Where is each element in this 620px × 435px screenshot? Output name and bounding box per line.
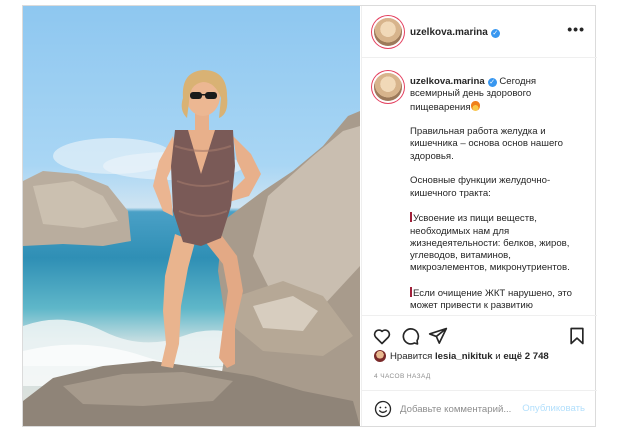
caption-paragraph-2: Правильная работа желудка и кишечника – … [410,126,563,162]
caption-paragraph-5-wrap: Если очищение ЖКТ нарушено, это может пр… [410,287,588,313]
beach-photo-illustration [23,70,360,426]
verified-badge-icon: ✓ [490,29,500,38]
post-photo[interactable] [23,6,360,426]
author-username-text[interactable]: uzelkova.marina [410,27,488,38]
likes-count[interactable]: ещё 2 748 [503,351,548,362]
likes-line: Нравится lesia_nikituk и ещё 2 748 [374,350,549,362]
post-side-panel: uzelkova.marina ✓ ••• uzelkova.marina ✓ Се… [361,6,597,426]
comment-input[interactable] [400,401,530,417]
heart-icon[interactable] [372,326,392,346]
flame-emoji-icon [470,100,480,111]
likes-prefix: Нравится [390,351,433,362]
caption-verified-badge-icon: ✓ [487,78,497,87]
author-username[interactable]: uzelkova.marina ✓ [410,27,500,38]
post-actions [362,315,597,355]
instagram-post: uzelkova.marina ✓ ••• uzelkova.marina ✓ Се… [22,5,597,427]
caption-paragraph-3: Основные функции желудочно-кишечного тра… [410,175,551,199]
caption-paragraph-5: Если очищение ЖКТ нарушено, это может пр… [410,288,572,312]
caption-username[interactable]: uzelkova.marina [410,76,485,87]
bookmark-icon[interactable] [567,326,587,346]
liker-avatar[interactable] [374,350,386,362]
caption-paragraph-4: Усвоение из пищи веществ, необходимых на… [410,213,570,274]
post-caption: uzelkova.marina ✓ Сегодня всемирный день … [410,76,588,315]
red-bar-icon [410,212,412,223]
publish-button[interactable]: Опубликовать [522,403,585,414]
author-avatar[interactable] [374,18,402,46]
smiley-icon[interactable] [374,400,392,418]
caption-area: uzelkova.marina ✓ Сегодня всемирный день … [362,59,597,315]
liker-username[interactable]: lesia_nikituk [435,351,493,362]
caption-paragraph-4-wrap: Усвоение из пищи веществ, необходимых на… [410,212,588,274]
red-bar-icon [410,287,412,298]
caption-author-avatar[interactable] [374,73,402,101]
comment-form: Опубликовать [362,390,597,426]
paper-plane-icon[interactable] [428,326,448,346]
comment-icon[interactable] [400,326,420,346]
likes-and: и [495,351,501,362]
caption-first-line: uzelkova.marina ✓ Сегодня всемирный день … [410,76,588,114]
post-timestamp[interactable]: 4 часов назад [374,373,431,380]
post-header: uzelkova.marina ✓ ••• [362,6,597,58]
ellipsis-icon[interactable]: ••• [567,21,585,37]
